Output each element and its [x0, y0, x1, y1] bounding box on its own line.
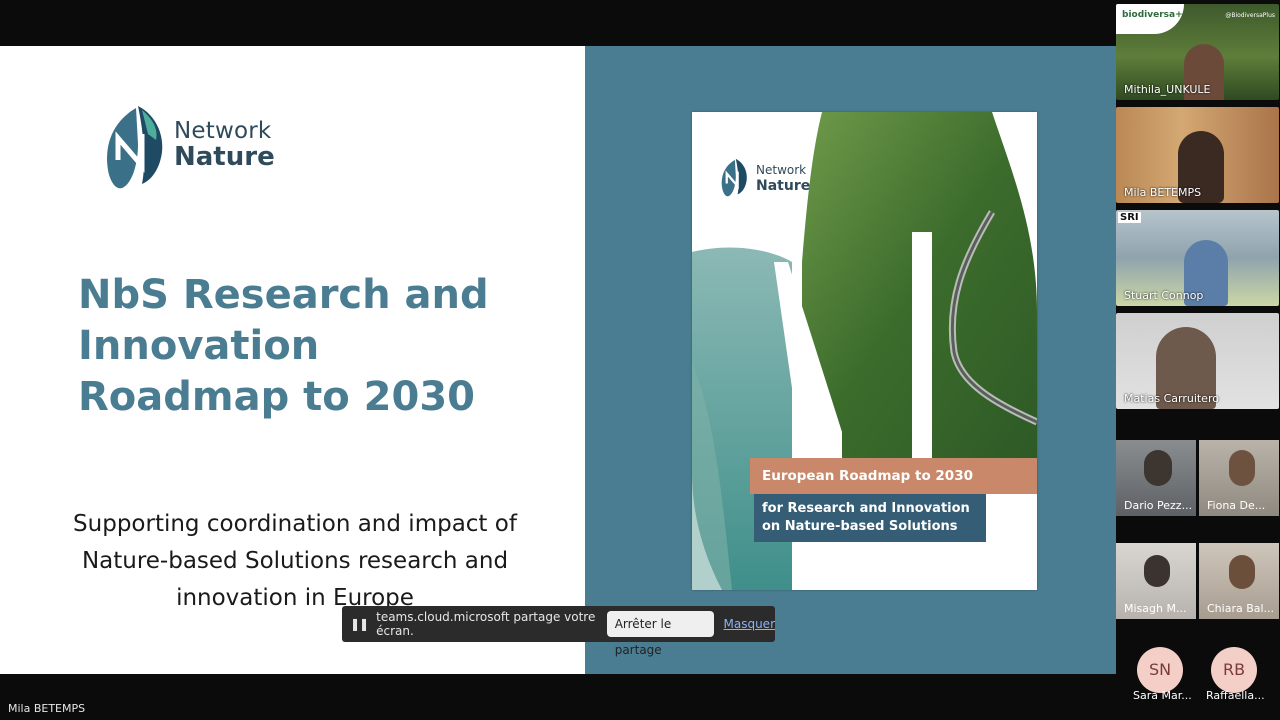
social-handle: @BiodiversaPlus	[1225, 12, 1275, 19]
slide-subtitle: Supporting coordination and impact of Na…	[73, 511, 517, 611]
participant-name: Matias Carruitero	[1124, 392, 1219, 405]
participant-tile[interactable]: SRI Stuart Connop	[1116, 210, 1279, 306]
participant-name: Stuart Connop	[1124, 289, 1204, 302]
cover-subtitle-band: for Research and Innovation on Nature-ba…	[754, 494, 986, 542]
participant-name: Mithila_UNKULE	[1124, 83, 1211, 96]
participant-name: Dario Pezz...	[1124, 499, 1193, 512]
participant-name: Mila BETEMPS	[1124, 186, 1202, 199]
slide-left-panel: Network Nature NbS Research and Innovati…	[0, 46, 585, 674]
slide-title: NbS Research and Innovation Roadmap to 2…	[78, 272, 489, 420]
participant-tile[interactable]: Matias Carruitero	[1116, 313, 1279, 409]
participant-tile[interactable]: biodiversa+ @BiodiversaPlus Mithila_UNKU…	[1116, 4, 1279, 100]
participant-tile[interactable]: Misagh M...	[1116, 543, 1196, 619]
participant-name: Raffaella...	[1206, 689, 1265, 702]
screen-share-bar: ❚❚ teams.cloud.microsoft partage votre é…	[342, 606, 776, 657]
participant-video	[1229, 450, 1255, 486]
cover-leaf-icon	[721, 158, 747, 197]
stop-sharing-button[interactable]: Arrêter le partage	[606, 611, 714, 657]
participant-name: Sara Mar...	[1133, 689, 1192, 702]
participant-video	[1144, 450, 1172, 486]
cover-subtitle-line1: for Research and Innovation	[762, 501, 970, 516]
cover-logo-line1: Network	[756, 163, 807, 177]
shared-screen-stage: Network Nature NbS Research and Innovati…	[0, 0, 1116, 720]
roadmap-book-cover: Network Nature European Roadmap to 2030 …	[692, 112, 1037, 590]
cover-subtitle-line2: on Nature-based Solutions	[762, 519, 958, 534]
cover-logo: Network Nature	[718, 158, 848, 202]
participant-tile[interactable]: Fiona De...	[1199, 440, 1279, 516]
cover-logo-line2: Nature	[756, 178, 811, 194]
participant-avatar[interactable]: SN	[1137, 647, 1183, 693]
participant-tile[interactable]: Dario Pezz...	[1116, 440, 1196, 516]
slide-right-panel: Network Nature European Roadmap to 2030 …	[585, 46, 1116, 674]
network-nature-logo: Network Nature	[102, 104, 302, 194]
participant-name: Chiara Bal...	[1207, 602, 1275, 615]
participant-video	[1144, 555, 1170, 587]
logo-line2: Nature	[174, 142, 275, 172]
pause-icon[interactable]: ❚❚	[350, 617, 369, 631]
presentation-slide: Network Nature NbS Research and Innovati…	[0, 46, 1116, 674]
presenter-name: Mila BETEMPS	[8, 702, 86, 715]
logo-wordmark: Network Nature	[174, 118, 275, 170]
network-nature-leaf-icon	[107, 106, 163, 189]
participant-avatar[interactable]: RB	[1211, 647, 1257, 693]
share-message: teams.cloud.microsoft partage votre écra…	[376, 610, 596, 638]
logo-line1: Network	[174, 118, 272, 144]
sri-logo: SRI	[1118, 212, 1141, 223]
cover-title-band: European Roadmap to 2030	[750, 458, 1037, 494]
participant-name: Misagh M...	[1124, 602, 1187, 615]
participant-name: Fiona De...	[1207, 499, 1266, 512]
hide-link[interactable]: Masquer	[724, 617, 776, 631]
cover-wordmark: Network Nature	[756, 162, 810, 194]
biodiversa-logo: biodiversa+	[1122, 10, 1183, 20]
participant-tile[interactable]: Mila BETEMPS	[1116, 107, 1279, 203]
participant-tile[interactable]: Chiara Bal...	[1199, 543, 1279, 619]
participant-video	[1229, 555, 1255, 589]
participant-gallery: biodiversa+ @BiodiversaPlus Mithila_UNKU…	[1116, 0, 1280, 720]
